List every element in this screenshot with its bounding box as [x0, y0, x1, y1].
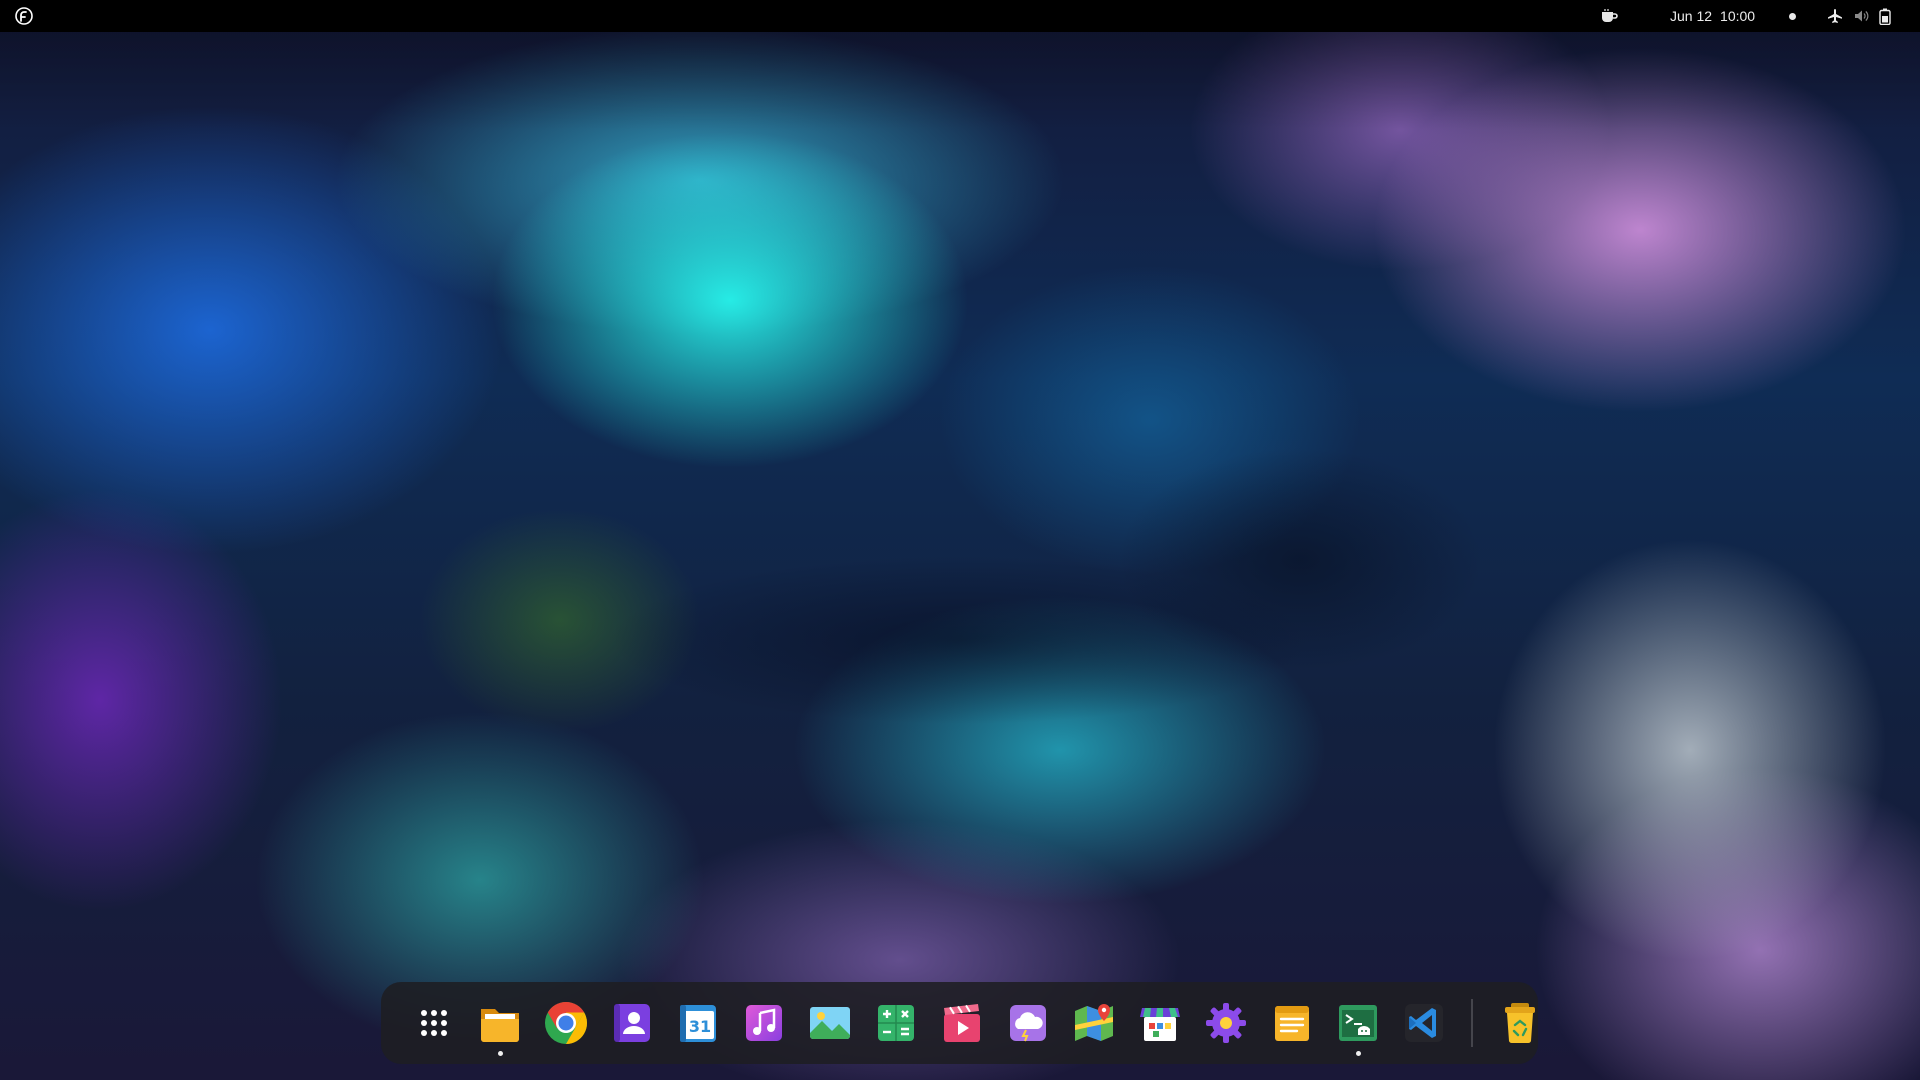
dock-item-videos[interactable] — [929, 990, 995, 1056]
system-status-area[interactable] — [1827, 7, 1891, 25]
settings-gear-icon — [1206, 1003, 1246, 1043]
trash-icon — [1505, 1003, 1535, 1044]
app-grid-icon — [421, 1010, 447, 1036]
time-label: 10:00 — [1720, 8, 1756, 24]
svg-text:31: 31 — [689, 1017, 711, 1036]
running-indicator — [1356, 1051, 1361, 1056]
video-player-icon — [944, 1004, 980, 1042]
running-indicator — [498, 1051, 503, 1056]
dock-item-maps[interactable] — [1061, 990, 1127, 1056]
dock-item-calculator[interactable] — [863, 990, 929, 1056]
dock-item-music[interactable] — [731, 990, 797, 1056]
text-editor-icon — [1275, 1006, 1309, 1041]
dock-item-photos[interactable] — [797, 990, 863, 1056]
dock-item-vscode[interactable] — [1391, 990, 1457, 1056]
folder-icon — [481, 1009, 519, 1042]
dock-item-trash[interactable] — [1487, 990, 1553, 1056]
clock[interactable]: Jun 12 10:00 — [1670, 0, 1755, 32]
dock-item-calendar[interactable]: 31 — [665, 990, 731, 1056]
dock-item-settings[interactable] — [1193, 990, 1259, 1056]
coffee-icon[interactable] — [1599, 8, 1619, 24]
dock: 31 — [381, 982, 1538, 1064]
dock-separator — [1471, 999, 1473, 1047]
calendar-icon: 31 — [680, 1005, 716, 1042]
chrome-icon — [545, 1002, 588, 1044]
vscode-icon — [1405, 1004, 1443, 1042]
show-apps-button[interactable] — [401, 990, 467, 1056]
maps-icon — [1075, 1004, 1113, 1041]
volume-muted-icon — [1853, 8, 1869, 24]
dock-item-terminal[interactable] — [1325, 990, 1391, 1056]
dock-item-contacts[interactable] — [599, 990, 665, 1056]
terminal-icon — [1339, 1005, 1377, 1041]
dock-item-files[interactable] — [467, 990, 533, 1056]
top-panel: Jun 12 10:00 — [0, 0, 1920, 32]
activities-button[interactable] — [14, 6, 34, 26]
dock-item-weather[interactable] — [995, 990, 1061, 1056]
fedora-logo-icon — [15, 7, 33, 25]
dock-item-software[interactable] — [1127, 990, 1193, 1056]
calculator-icon — [878, 1005, 914, 1041]
contacts-icon — [614, 1004, 650, 1042]
wallpaper-shading — [0, 0, 1920, 1080]
date-label: Jun 12 — [1670, 8, 1713, 24]
battery-icon — [1879, 8, 1891, 25]
music-icon — [746, 1005, 782, 1041]
dock-item-chrome[interactable] — [533, 990, 599, 1056]
software-store-icon — [1140, 1008, 1180, 1041]
photos-icon — [810, 1007, 850, 1039]
notification-dot — [1789, 13, 1796, 20]
airplane-mode-icon — [1827, 8, 1843, 24]
dock-item-text-editor[interactable] — [1259, 990, 1325, 1056]
weather-icon — [1010, 1005, 1046, 1042]
